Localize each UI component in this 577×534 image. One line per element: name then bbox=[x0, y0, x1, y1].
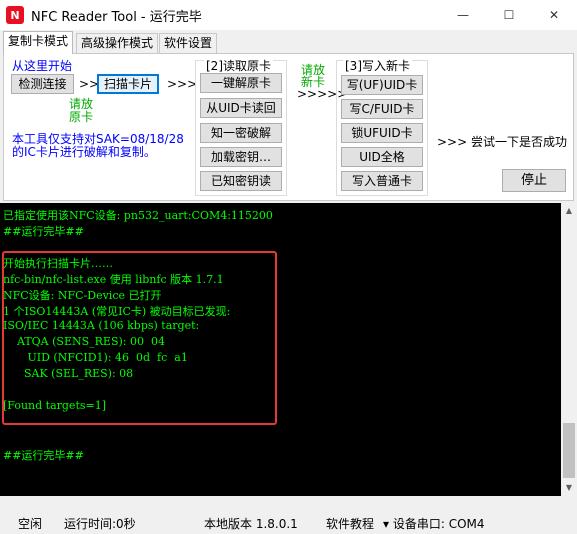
load-key-button[interactable]: 加载密钥… bbox=[200, 147, 282, 167]
write-cf-uid-button[interactable]: 写C/FUID卡 bbox=[341, 99, 423, 119]
status-bar: 空闲 运行时间:0秒 本地版本 1.8.0.1 软件教程 ▾ 设备串口: COM… bbox=[0, 510, 577, 534]
tab-settings[interactable]: 软件设置 bbox=[159, 33, 218, 53]
device-port-selector[interactable]: ▾ 设备串口: COM4 bbox=[383, 515, 485, 532]
read-back-uid-button[interactable]: 从UID卡读回 bbox=[200, 98, 282, 118]
place-original-card-hint-2: 原卡 bbox=[69, 110, 94, 124]
console-output[interactable]: 已指定使用该NFC设备: pn532_uart:COM4:115200 ##运行… bbox=[0, 203, 561, 496]
uid-format-button[interactable]: UID全格 bbox=[341, 147, 423, 167]
read-group-title: [2]读取原卡 bbox=[204, 57, 273, 74]
try-success-hint: >>> 尝试一下是否成功 bbox=[437, 135, 567, 149]
detect-connection-button[interactable]: 检测连接 bbox=[11, 74, 74, 94]
status-version: 本地版本 1.8.0.1 bbox=[204, 517, 298, 531]
scroll-down-arrow-icon[interactable]: ▼ bbox=[561, 480, 577, 496]
write-group-title: [3]写入新卡 bbox=[343, 57, 412, 74]
known-key-read-button[interactable]: 已知密钥读 bbox=[200, 171, 282, 191]
stop-button[interactable]: 停止 bbox=[502, 169, 566, 192]
console-line: ##运行完毕## bbox=[3, 225, 84, 238]
lock-uf-uid-button[interactable]: 锁UFUID卡 bbox=[341, 123, 423, 143]
console-scrollbar[interactable]: ▲ ▼ bbox=[561, 203, 577, 496]
write-uf-uid-button[interactable]: 写(UF)UID卡 bbox=[341, 75, 423, 95]
minimize-button[interactable]: — bbox=[440, 0, 486, 30]
mode-tabs: 复制卡模式 高级操作模式 软件设置 bbox=[0, 31, 577, 54]
arrow-scan-read: >>> bbox=[167, 77, 198, 91]
status-runtime: 运行时间:0秒 bbox=[64, 517, 136, 531]
close-button[interactable]: ✕ bbox=[531, 0, 577, 30]
one-click-decrypt-button[interactable]: 一键解原卡 bbox=[200, 73, 282, 93]
title-bar: N NFC Reader Tool - 运行完毕 — ☐ ✕ bbox=[0, 0, 577, 30]
start-here-label: 从这里开始 bbox=[12, 59, 73, 73]
copy-mode-panel: 从这里开始 检测连接 >> 扫描卡片 >>> 请放 原卡 本工具仅支持对SAK=… bbox=[3, 53, 574, 201]
scroll-thumb[interactable] bbox=[563, 423, 575, 478]
console-line: ##运行完毕## bbox=[3, 449, 84, 462]
maximize-button[interactable]: ☐ bbox=[486, 0, 532, 30]
scan-card-button[interactable]: 扫描卡片 bbox=[97, 74, 159, 94]
known-key-crack-button[interactable]: 知一密破解 bbox=[200, 123, 282, 143]
software-tutorial-link[interactable]: 软件教程 bbox=[326, 515, 374, 532]
support-info-line-2: 的IC卡片进行破解和复制。 bbox=[12, 145, 156, 159]
app-logo-icon: N bbox=[6, 6, 24, 24]
console-line: 已指定使用该NFC设备: pn532_uart:COM4:115200 bbox=[3, 209, 273, 222]
status-state: 空闲 bbox=[18, 517, 43, 531]
write-normal-card-button[interactable]: 写入普通卡 bbox=[341, 171, 423, 191]
tab-copy-mode[interactable]: 复制卡模式 bbox=[3, 31, 74, 54]
window-title: NFC Reader Tool - 运行完毕 bbox=[31, 9, 202, 25]
scan-result-highlight-box bbox=[2, 251, 277, 425]
scroll-up-arrow-icon[interactable]: ▲ bbox=[561, 203, 577, 219]
tab-advanced-mode[interactable]: 高级操作模式 bbox=[76, 33, 159, 53]
